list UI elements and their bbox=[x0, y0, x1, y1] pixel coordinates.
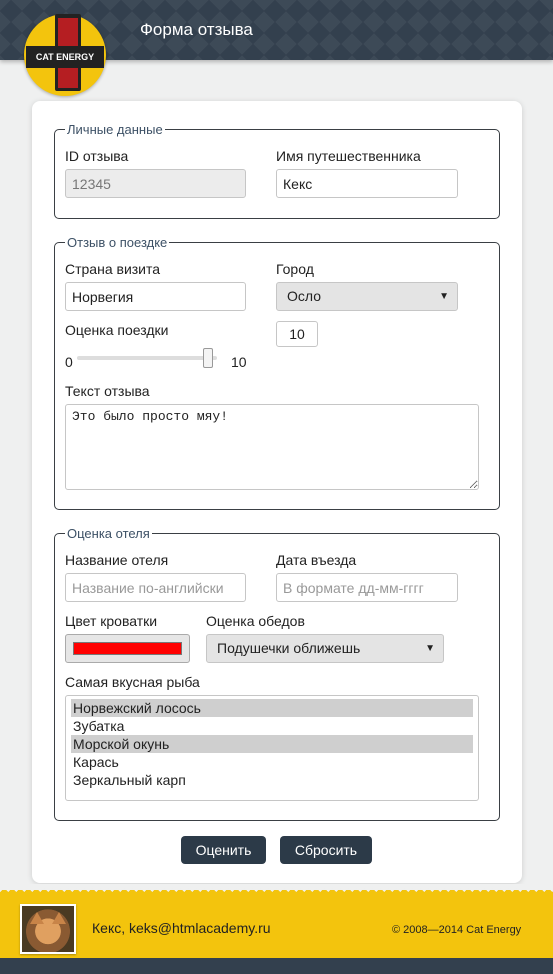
chevron-down-icon: ▼ bbox=[425, 643, 435, 654]
footer-bottom-strip bbox=[0, 958, 553, 974]
page-title: Форма отзыва bbox=[140, 20, 253, 39]
trip-review-fieldset: Отзыв о поездке Страна визита Город Осло… bbox=[54, 235, 500, 510]
personal-data-legend: Личные данные bbox=[65, 122, 165, 137]
copyright: © 2008—2014 Cat Energy bbox=[392, 924, 522, 936]
dinner-rating-label: Оценка обедов bbox=[206, 613, 305, 629]
fish-option[interactable]: Норвежский лосось bbox=[71, 699, 473, 717]
review-id-label: ID отзыва bbox=[65, 148, 129, 164]
trip-rating-label: Оценка поездки bbox=[65, 322, 169, 338]
avatar bbox=[20, 904, 76, 954]
country-label: Страна визита bbox=[65, 261, 161, 277]
fish-option[interactable]: Морской окунь bbox=[71, 735, 473, 753]
city-label: Город bbox=[276, 261, 314, 277]
hotel-rating-fieldset: Оценка отеля Название отеля Дата въезда … bbox=[54, 526, 500, 821]
cat-ear bbox=[30, 912, 44, 924]
fish-label: Самая вкусная рыба bbox=[65, 674, 200, 690]
footer-zigzag-edge bbox=[0, 884, 553, 892]
country-field[interactable] bbox=[65, 282, 246, 311]
traveler-name-label: Имя путешественника bbox=[276, 148, 421, 164]
fish-option[interactable]: Карась bbox=[71, 753, 473, 771]
logo-text: CAT ENERGY bbox=[26, 46, 104, 68]
reset-button[interactable]: Сбросить bbox=[280, 836, 372, 864]
fish-option[interactable]: Зеркальный карп bbox=[71, 771, 473, 789]
submit-button[interactable]: Оценить bbox=[181, 836, 266, 864]
review-form-card: Личные данные ID отзыва Имя путешественн… bbox=[32, 101, 522, 883]
rating-number-field[interactable] bbox=[276, 321, 318, 347]
color-swatch bbox=[73, 642, 182, 655]
cat-ear bbox=[52, 912, 66, 924]
dinner-rating-value: Подушечки оближешь bbox=[217, 640, 361, 656]
hotel-name-field[interactable] bbox=[65, 573, 246, 602]
rating-min-label: 0 bbox=[65, 354, 73, 370]
city-select-value: Осло bbox=[287, 288, 322, 304]
user-info: Кекс, keks@htmlacademy.ru bbox=[92, 920, 271, 936]
fish-listbox[interactable]: Норвежский лосось Зубатка Морской окунь Кар… bbox=[65, 695, 479, 801]
traveler-name-field[interactable] bbox=[276, 169, 458, 198]
hotel-rating-legend: Оценка отеля bbox=[65, 526, 152, 541]
checkin-date-field[interactable] bbox=[276, 573, 458, 602]
rating-slider-thumb[interactable] bbox=[203, 348, 213, 368]
personal-data-fieldset: Личные данные ID отзыва Имя путешественн… bbox=[54, 122, 500, 219]
review-id-field bbox=[65, 169, 246, 198]
review-text-label: Текст отзыва bbox=[65, 383, 150, 399]
cat-energy-logo: CAT ENERGY bbox=[24, 14, 106, 96]
rating-slider-track[interactable] bbox=[77, 356, 217, 360]
fish-option[interactable]: Зубатка bbox=[71, 717, 473, 735]
city-select[interactable]: Осло ▼ bbox=[276, 282, 458, 311]
bed-color-label: Цвет кроватки bbox=[65, 613, 158, 629]
trip-review-legend: Отзыв о поездке bbox=[65, 235, 170, 250]
hotel-name-label: Название отеля bbox=[65, 552, 169, 568]
rating-max-label: 10 bbox=[231, 354, 247, 370]
review-textarea[interactable]: Это было просто мяу! bbox=[65, 404, 479, 490]
dinner-rating-select[interactable]: Подушечки оближешь ▼ bbox=[206, 634, 444, 663]
chevron-down-icon: ▼ bbox=[439, 291, 449, 302]
bed-color-picker[interactable] bbox=[65, 634, 190, 663]
checkin-date-label: Дата въезда bbox=[276, 552, 357, 568]
